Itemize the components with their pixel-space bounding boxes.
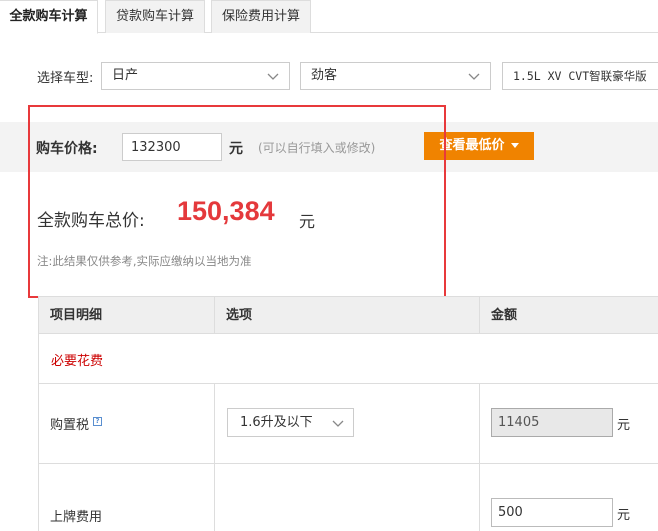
table-header: 项目明细 选项 金额 bbox=[39, 296, 658, 334]
purchase-tax-amount[interactable] bbox=[491, 408, 613, 437]
model-select-value: 1.5L XV CVT智联豪华版 bbox=[513, 69, 647, 83]
price-input[interactable] bbox=[122, 133, 222, 161]
price-label: 购车价格: bbox=[36, 141, 98, 157]
model-select[interactable]: 1.5L XV CVT智联豪华版 bbox=[502, 62, 658, 90]
header-item-detail: 项目明细 bbox=[50, 308, 103, 323]
header-amount: 金额 bbox=[479, 297, 658, 334]
chevron-down-icon bbox=[332, 420, 344, 427]
row-label-registration-fee: 上牌费用 bbox=[50, 510, 103, 525]
section-title-required-costs: 必要花费 bbox=[51, 354, 104, 369]
tab-full-payment[interactable]: 全款购车计算 bbox=[0, 0, 98, 34]
row-label-purchase-tax: 购置税? bbox=[50, 414, 103, 433]
price-unit: 元 bbox=[229, 141, 243, 157]
displacement-select[interactable]: 1.6升及以下 bbox=[227, 408, 354, 437]
total-price-value: 150,384 bbox=[177, 196, 275, 226]
chevron-down-icon bbox=[468, 73, 480, 80]
cell-divider bbox=[479, 384, 480, 463]
car-select-label: 选择车型: bbox=[37, 71, 94, 86]
total-price-label: 全款购车总价: bbox=[37, 211, 145, 231]
brand-select-value: 日产 bbox=[112, 68, 139, 83]
cell-divider bbox=[214, 464, 215, 531]
series-select[interactable]: 劲客 bbox=[300, 62, 491, 90]
view-lowest-price-label: 查看最低价 bbox=[439, 138, 505, 153]
total-price-unit: 元 bbox=[299, 212, 316, 231]
calculator-tab-bar: 全款购车计算 贷款购车计算 保险费用计算 bbox=[0, 0, 658, 34]
disclaimer-note: 注:此结果仅供参考,实际应缴纳以当地为准 bbox=[37, 254, 252, 268]
registration-fee-unit: 元 bbox=[617, 508, 631, 523]
tab-insurance[interactable]: 保险费用计算 bbox=[211, 0, 311, 33]
cell-divider bbox=[214, 384, 215, 463]
tab-loan[interactable]: 贷款购车计算 bbox=[105, 0, 205, 33]
displacement-select-value: 1.6升及以下 bbox=[240, 415, 313, 430]
brand-select[interactable]: 日产 bbox=[101, 62, 290, 90]
help-icon[interactable]: ? bbox=[93, 417, 103, 426]
cost-detail-table: 项目明细 选项 金额 必要花费 购置税? 1.6升及以下 元 上牌费用 元 bbox=[38, 296, 658, 531]
view-lowest-price-button[interactable]: 查看最低价 bbox=[424, 132, 534, 160]
registration-fee-amount[interactable] bbox=[491, 498, 613, 527]
purchase-tax-text: 购置税 bbox=[50, 418, 90, 433]
price-hint: (可以自行填入或修改) bbox=[258, 141, 376, 155]
section-row-required: 必要花费 bbox=[39, 334, 658, 384]
series-select-value: 劲客 bbox=[311, 68, 338, 83]
chevron-down-icon bbox=[267, 73, 279, 80]
caret-down-icon bbox=[510, 143, 519, 148]
header-option: 选项 bbox=[214, 297, 479, 334]
cell-divider bbox=[479, 464, 480, 531]
table-row: 上牌费用 元 bbox=[39, 464, 658, 531]
table-row: 购置税? 1.6升及以下 元 bbox=[39, 384, 658, 464]
purchase-tax-unit: 元 bbox=[617, 418, 631, 433]
